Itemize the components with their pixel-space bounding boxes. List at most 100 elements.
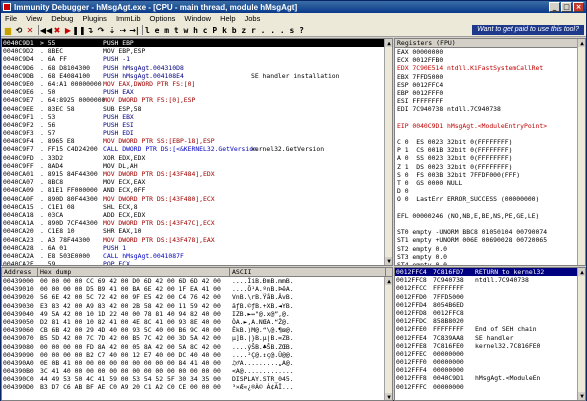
dump-row[interactable]: 00439040 49 5A 42 00 10 1D 22 40 00 78 81… bbox=[2, 310, 392, 318]
register-line[interactable]: A 0 SS 0023 32bit 0(FFFFFFFF) bbox=[395, 154, 585, 162]
register-line[interactable] bbox=[395, 204, 585, 212]
stack-pane[interactable]: 0012FFC4 7C816FD7 RETURN to kernel32 0012FF… bbox=[394, 267, 586, 401]
stack-row[interactable]: 0012FFEC 00000000 bbox=[395, 350, 585, 358]
dump-row[interactable]: 00439030 E3 83 42 00 A9 83 42 00 2B 58 42… bbox=[2, 302, 392, 310]
menu-debug[interactable]: Debug bbox=[51, 14, 73, 23]
scroll-up-icon[interactable]: ▲ bbox=[385, 39, 392, 47]
disasm-row[interactable]: 0040CA1A . 890D 7CF44300 MOV DWORD PTR DS:… bbox=[2, 219, 392, 227]
disasm-row[interactable]: 0040CA09 . 81E1 FF000000 AND ECX,0FF bbox=[2, 186, 392, 194]
disasm-row[interactable]: 0040C9FD . 33D2 XOR EDX,EDX bbox=[2, 154, 392, 162]
register-line[interactable]: EIP 0040C9D1 hMsgAgt.<ModuleEntryPoint> bbox=[395, 122, 585, 130]
disasm-row[interactable]: 0040CA07 . 8BC8 MOV ECX,EAX bbox=[2, 178, 392, 186]
register-line[interactable]: Z 1 DS 0023 32bit 0(FFFFFFFF) bbox=[395, 163, 585, 171]
disasm-row[interactable]: 0040CA2F . 59 POP ECX bbox=[2, 260, 392, 265]
dump-row[interactable]: 00439070 B5 5D 42 00 7C 7D 42 00 B5 7C 42… bbox=[2, 334, 392, 342]
dump-header-ascii[interactable]: ASCII bbox=[230, 268, 386, 277]
stack-row[interactable]: 0012FFE0 FFFFFFFF End of SEH chain bbox=[395, 325, 585, 333]
dump-row[interactable]: 004390A0 0E 0B 41 00 00 00 00 00 00 00 00… bbox=[2, 359, 392, 367]
register-line[interactable]: EDI 7C940738 ntdll.7C940738 bbox=[395, 105, 585, 113]
disasm-scrollbar[interactable]: ▲ ▼ bbox=[384, 39, 392, 265]
dump-row[interactable]: 00439050 D2 81 41 00 10 82 41 00 4E 8C 41… bbox=[2, 318, 392, 326]
stack-row[interactable]: 0012FFFC 00000000 bbox=[395, 383, 585, 391]
stack-row[interactable]: 0012FFCC FFFFFFFF bbox=[395, 284, 585, 292]
disasm-row[interactable]: 0040C9DB . 68 E4084100 PUSH hMsgAgt.004108… bbox=[2, 72, 392, 80]
register-line[interactable]: ESP 0012FFC4 bbox=[395, 81, 585, 89]
minimize-button[interactable]: _ bbox=[549, 2, 560, 12]
disasm-row[interactable]: 0040CA20 . C1E8 10 SHR EAX,10 bbox=[2, 227, 392, 235]
disasm-row[interactable]: 0040C9D4 . 6A FF PUSH -1 bbox=[2, 55, 392, 63]
scroll-down-icon[interactable]: ▼ bbox=[385, 393, 392, 400]
stack-row[interactable]: 0012FFDC 858B8020 bbox=[395, 317, 585, 325]
scroll-down-icon[interactable]: ▼ bbox=[578, 392, 585, 400]
register-line[interactable] bbox=[395, 130, 585, 138]
menu-file[interactable]: File bbox=[5, 14, 17, 23]
register-line[interactable]: O 0 LastErr ERROR_SUCCESS (00000000) bbox=[395, 195, 585, 203]
dump-row[interactable]: 00439060 CB 6B 42 00 29 4D 40 00 93 5C 40… bbox=[2, 326, 392, 334]
disasm-row[interactable]: 0040C9EE . 83EC 58 SUB ESP,58 bbox=[2, 105, 392, 113]
disasm-row[interactable]: 0040C9E0 . 64:A1 00000000 MOV EAX,DWORD PT… bbox=[2, 80, 392, 88]
disasm-row[interactable]: 0040CA15 . C1E1 08 SHL ECX,8 bbox=[2, 203, 392, 211]
trace-into-icon[interactable]: ⇣ bbox=[107, 25, 117, 35]
stack-row[interactable]: 0012FFD0 7FFD5000 bbox=[395, 293, 585, 301]
register-line[interactable]: EFL 00000246 (NO,NB,E,BE,NS,PE,GE,LE) bbox=[395, 212, 585, 220]
scroll-down-icon[interactable]: ▼ bbox=[385, 257, 392, 265]
scroll-up-icon[interactable]: ▲ bbox=[578, 39, 585, 47]
registers-scrollbar[interactable]: ▲ bbox=[577, 39, 585, 265]
disasm-row[interactable]: 0040C9FF . 8AD4 MOV DL,AH bbox=[2, 162, 392, 170]
stack-row[interactable]: 0012FFC8 7C940738 ntdll.7C940738 bbox=[395, 276, 585, 284]
disasm-row[interactable]: 0040C9F2 . 56 PUSH ESI bbox=[2, 121, 392, 129]
stack-row[interactable]: 0012FFE8 7C816FE0 kernel32.7C816FE0 bbox=[395, 342, 585, 350]
disasm-row[interactable]: 0040C9F1 . 53 PUSH EBX bbox=[2, 113, 392, 121]
stop-icon[interactable]: ✖ bbox=[52, 25, 62, 35]
execute-till-return-icon[interactable]: →| bbox=[129, 25, 139, 35]
disasm-row[interactable]: 0040CA28 . 6A 01 PUSH 1 bbox=[2, 244, 392, 252]
register-line[interactable]: C 0 ES 0023 32bit 0(FFFFFFFF) bbox=[395, 138, 585, 146]
dump-row[interactable]: 00439000 00 00 00 00 CC 69 42 00 D0 6D 42… bbox=[2, 277, 392, 285]
dump-row[interactable]: 00439080 00 00 00 00 FD 8A 42 00 05 8A 42… bbox=[2, 343, 392, 351]
register-line[interactable]: D 0 bbox=[395, 187, 585, 195]
registers-pane[interactable]: Registers (FPU) EAX 00000000 ECX 0012FFB0… bbox=[394, 38, 586, 266]
register-line[interactable]: P 1 CS 001B 32bit 0(FFFFFFFF) bbox=[395, 146, 585, 154]
maximize-button[interactable]: □ bbox=[561, 2, 572, 12]
disasm-row[interactable]: 0040CA0F . 890D 80F44300 MOV DWORD PTR DS:… bbox=[2, 195, 392, 203]
window-letters[interactable]: l e m t w h c P k b z r . . . s ? bbox=[145, 26, 304, 35]
scroll-up-icon[interactable]: ▲ bbox=[385, 277, 392, 285]
menu-plugins[interactable]: Plugins bbox=[82, 14, 107, 23]
stack-row[interactable]: 0012FFC4 7C816FD7 RETURN to kernel32 bbox=[395, 268, 585, 277]
disasm-row[interactable]: 0040C9D2 . 8BEC MOV EBP,ESP bbox=[2, 47, 392, 55]
stack-row[interactable]: 0012FFF4 00000000 bbox=[395, 366, 585, 374]
step-over-icon[interactable]: ↷ bbox=[96, 25, 106, 35]
register-line[interactable]: ECX 0012FFB0 bbox=[395, 56, 585, 64]
close-file-icon[interactable]: ✕ bbox=[25, 25, 35, 35]
register-line[interactable]: EDX 7C90E514 ntdll.KiFastSystemCallRet bbox=[395, 64, 585, 72]
dump-header-address[interactable]: Address bbox=[2, 268, 38, 277]
register-line[interactable]: EBP 0012FFF0 bbox=[395, 89, 585, 97]
disasm-row[interactable]: 0040C9F4 . 8965 E8 MOV DWORD PTR SS:[EBP-1… bbox=[2, 137, 392, 145]
trace-over-icon[interactable]: ⇢ bbox=[118, 25, 128, 35]
stack-row[interactable]: 0012FFF8 0040C9D1 hMsgAgt.<ModuleEn bbox=[395, 374, 585, 382]
stack-row[interactable]: 0012FFE4 7C839AA8 SE handler bbox=[395, 334, 585, 342]
rewind-icon[interactable]: ◀◀ bbox=[40, 25, 52, 35]
register-line[interactable]: ST3 empty 0.0 bbox=[395, 253, 585, 261]
register-line[interactable]: ESI FFFFFFFF bbox=[395, 97, 585, 105]
register-line[interactable] bbox=[395, 220, 585, 228]
disasm-row[interactable]: 0040C9F3 . 57 PUSH EDI bbox=[2, 129, 392, 137]
dump-header-hex[interactable]: Hex dump bbox=[38, 268, 230, 277]
register-line[interactable]: EAX 00000000 bbox=[395, 48, 585, 56]
restart-icon[interactable]: ⟲ bbox=[14, 25, 24, 35]
disasm-row[interactable]: 0040C9E6 . 50 PUSH EAX bbox=[2, 88, 392, 96]
register-line[interactable]: ST0 empty -UNORM BBC8 01050104 00790074 bbox=[395, 228, 585, 236]
register-line[interactable]: ST1 empty +UNORM 006E 00690028 00720065 bbox=[395, 236, 585, 244]
register-line[interactable]: S 0 FS 003B 32bit 7FFDF000(FFF) bbox=[395, 171, 585, 179]
register-line[interactable]: ST2 empty 0.0 bbox=[395, 245, 585, 253]
menu-jobs[interactable]: Jobs bbox=[245, 14, 261, 23]
register-line[interactable]: T 0 GS 0000 NULL bbox=[395, 179, 585, 187]
close-button[interactable]: × bbox=[573, 2, 584, 12]
hex-dump-pane[interactable]: Address Hex dump ASCII 00439000 00 00 00 … bbox=[1, 267, 393, 401]
open-icon[interactable]: ▆ bbox=[3, 25, 13, 35]
disassembly-pane[interactable]: 0040C9D1 > 55 PUSH EBP 0040C9D2 . 8BEC MOV EB… bbox=[1, 38, 393, 266]
dump-row[interactable]: 00439010 00 00 00 00 D5 B9 41 00 BA 6E 42… bbox=[2, 285, 392, 293]
disasm-row[interactable]: 0040C9F7 . FF15 C4D24200 CALL DWORD PTR DS… bbox=[2, 145, 392, 153]
register-line[interactable] bbox=[395, 114, 585, 122]
menu-options[interactable]: Options bbox=[150, 14, 176, 23]
